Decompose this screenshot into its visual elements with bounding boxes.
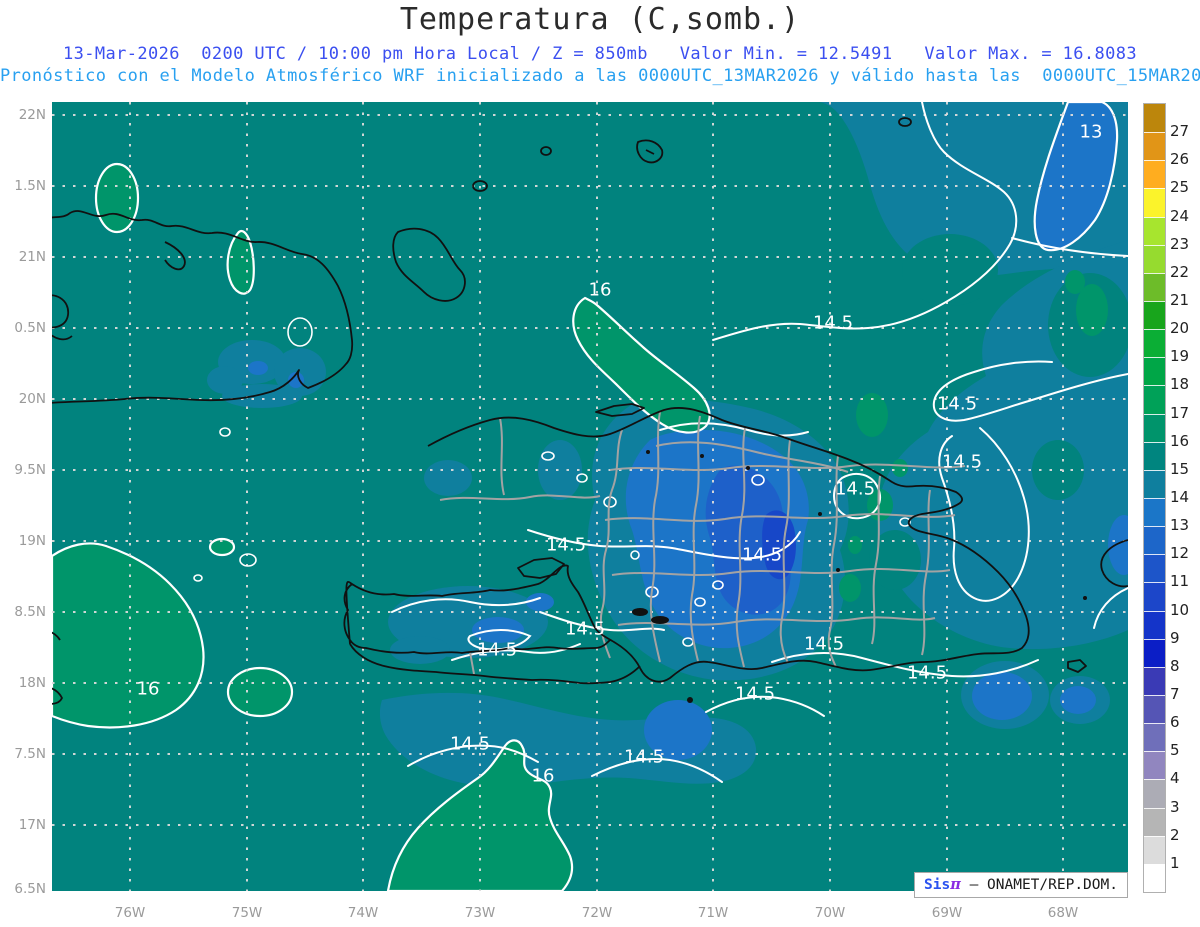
- lat-tick-label: 1.5N: [14, 178, 46, 194]
- colorbar-tick-label: 16: [1170, 431, 1190, 450]
- lat-tick-label: 22N: [18, 107, 46, 123]
- sispi-logo-pi: π: [950, 876, 961, 893]
- colorbar-tick-label: 9: [1170, 628, 1180, 647]
- colorbar-tick-label: 19: [1170, 347, 1190, 366]
- colorbar-tick-label: 8: [1170, 656, 1180, 675]
- lon-tick-label: 76W: [114, 905, 146, 921]
- colorbar-tick-label: 2: [1170, 825, 1180, 844]
- lon-tick-label: 74W: [347, 905, 379, 921]
- page-title: Temperatura (C,somb.): [399, 2, 801, 37]
- colorbar-tick-label: 4: [1170, 769, 1180, 788]
- lat-tick-label: 9.5N: [14, 462, 46, 478]
- colorbar-tick-label: 15: [1170, 459, 1190, 478]
- lat-tick-label: 20N: [18, 391, 46, 407]
- forecast-time-line: 13-Mar-2026 0200 UTC / 10:00 pm Hora Loc…: [62, 44, 1138, 64]
- lon-tick-label: 73W: [464, 905, 496, 921]
- lat-tick-label: 19N: [18, 533, 46, 549]
- colorbar-tick-label: 22: [1170, 262, 1190, 281]
- colorbar-segment: [1144, 132, 1165, 161]
- colorbar-segment: [1144, 104, 1165, 133]
- colorbar-tick-label: 21: [1170, 291, 1190, 309]
- lon-tick-label: 75W: [231, 905, 263, 921]
- lon-tick-label: 71W: [697, 905, 729, 921]
- colorbar-segment: [1144, 666, 1165, 695]
- colorbar-tick-label: 18: [1170, 375, 1190, 394]
- colorbar-segment: [1144, 357, 1165, 386]
- model-info-line: Pronóstico con el Modelo Atmosférico WRF…: [0, 66, 1200, 86]
- colorbar-tick-label: 1: [1170, 853, 1180, 872]
- colorbar-segment: [1144, 385, 1165, 414]
- colorbar-tick-label: 26: [1170, 150, 1190, 169]
- colorbar-segment: [1144, 272, 1165, 301]
- lon-tick-label: 72W: [581, 905, 613, 921]
- colorbar-tick-label: 25: [1170, 178, 1190, 197]
- colorbar-tick-label: 14: [1170, 488, 1190, 506]
- colorbar-segment: [1144, 779, 1165, 808]
- colorbar-segment: [1144, 329, 1165, 358]
- colorbar-tick-label: 23: [1170, 234, 1190, 253]
- lon-tick-label: 68W: [1047, 905, 1079, 921]
- colorbar-tick-label: 13: [1170, 516, 1190, 535]
- colorbar-tick-label: 27: [1170, 122, 1190, 141]
- colorbar-segment: [1144, 216, 1165, 245]
- colorbar-segment: [1144, 497, 1165, 527]
- colorbar-segment: [1144, 582, 1165, 611]
- colorbar-tick-label: 17: [1170, 403, 1190, 422]
- lon-tick-label: 70W: [814, 905, 846, 921]
- colorbar-segment: [1144, 300, 1165, 330]
- colorbar-segment: [1144, 441, 1165, 470]
- colorbar-segment: [1144, 160, 1165, 189]
- temperature-colorbar: [1143, 103, 1166, 893]
- lat-tick-label: 18N: [18, 675, 46, 691]
- colorbar-segment: [1144, 807, 1165, 836]
- colorbar-segment: [1144, 413, 1165, 442]
- colorbar-segment: [1144, 863, 1165, 892]
- colorbar-segment: [1144, 638, 1165, 667]
- colorbar-segment: [1144, 188, 1165, 217]
- sispi-logo-sis: Sis: [924, 877, 951, 893]
- sispi-watermark: Sisπ – ONAMET/REP.DOM.: [914, 872, 1128, 898]
- colorbar-segment: [1144, 610, 1165, 639]
- colorbar-segment: [1144, 751, 1165, 780]
- colorbar-segment: [1144, 469, 1165, 498]
- colorbar-segment: [1144, 694, 1165, 724]
- colorbar-segment: [1144, 835, 1165, 864]
- temperature-shaded-map: [52, 102, 1128, 891]
- colorbar-segment: [1144, 723, 1165, 752]
- lat-tick-label: 0.5N: [14, 320, 46, 336]
- lat-tick-label: 8.5N: [14, 604, 46, 620]
- lat-tick-label: 7.5N: [14, 746, 46, 762]
- colorbar-tick-label: 11: [1170, 572, 1190, 591]
- lat-tick-label: 17N: [18, 817, 46, 833]
- colorbar-tick-label: 6: [1170, 713, 1180, 732]
- onamet-credit: – ONAMET/REP.DOM.: [960, 877, 1118, 893]
- colorbar-tick-label: 3: [1170, 797, 1180, 816]
- colorbar-tick-label: 24: [1170, 206, 1190, 225]
- lat-tick-label: 6.5N: [14, 881, 46, 897]
- colorbar-tick-label: 12: [1170, 544, 1190, 563]
- lat-tick-label: 21N: [18, 249, 46, 265]
- colorbar-tick-label: 7: [1170, 685, 1180, 703]
- colorbar-segment: [1144, 526, 1165, 555]
- colorbar-tick-label: 5: [1170, 741, 1180, 760]
- colorbar-segment: [1144, 244, 1165, 273]
- colorbar-tick-label: 10: [1170, 600, 1190, 619]
- lon-tick-label: 69W: [931, 905, 963, 921]
- colorbar-tick-label: 20: [1170, 319, 1190, 338]
- colorbar-segment: [1144, 554, 1165, 583]
- forecast-map: 13 16 14.5 14.5 14.5 14.5 14.5 14.5 14.5 14.5 14.5…: [52, 102, 1128, 891]
